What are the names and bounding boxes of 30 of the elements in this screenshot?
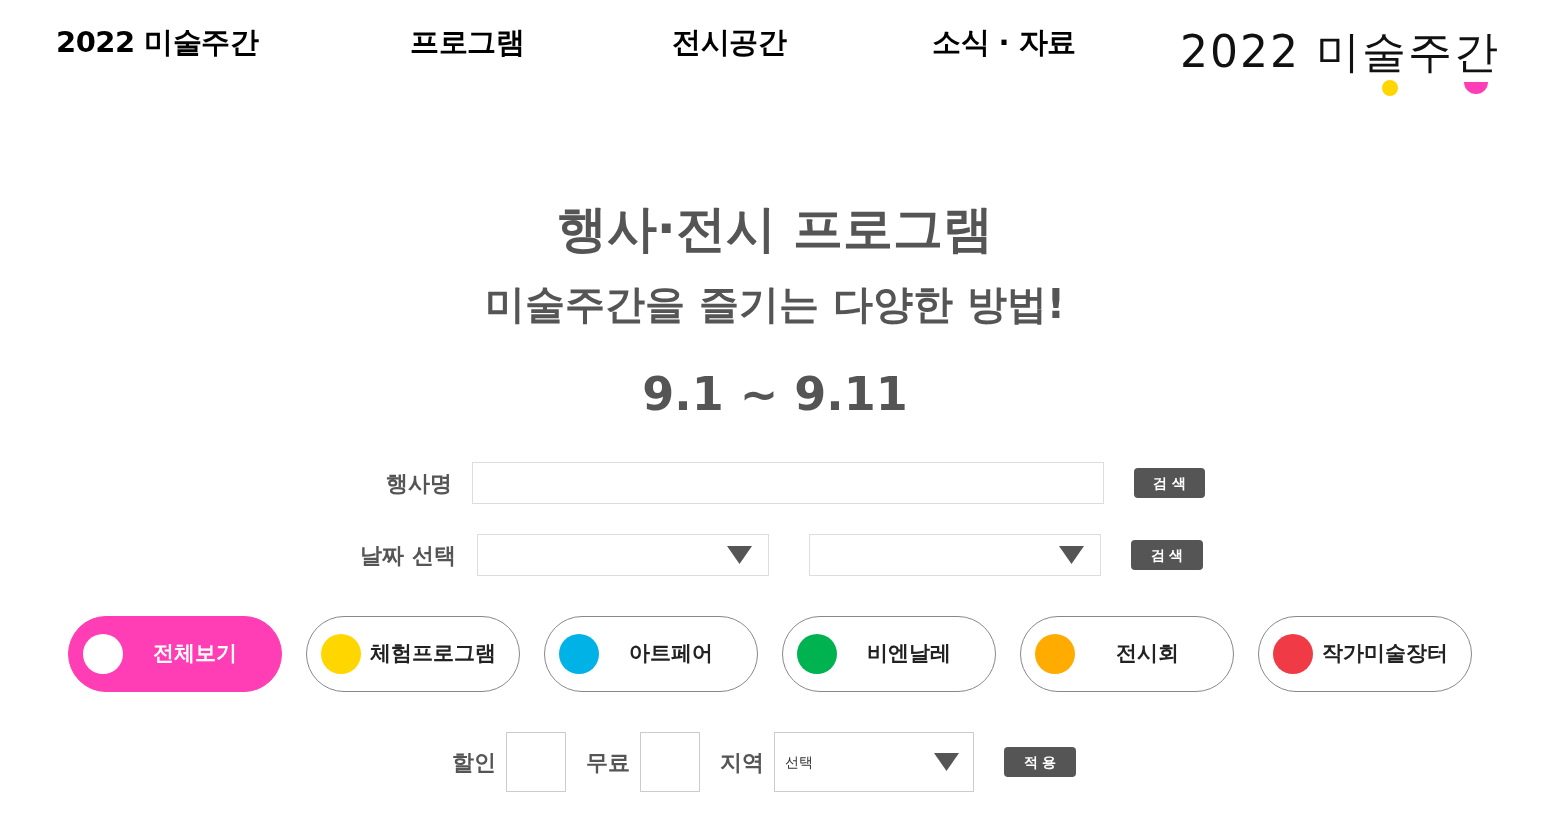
search-button[interactable]: 검 색 (1134, 468, 1205, 498)
page-subtitle: 미술주간을 즐기는 다양한 방법! (485, 280, 1065, 328)
category-pill[interactable]: 비엔날레 (782, 616, 996, 692)
event-dates: 9.1 ~ 9.11 (642, 368, 908, 420)
filter-label: 할인 (452, 748, 496, 777)
site-logo[interactable]: 2022 미술주간 (1180, 26, 1500, 78)
start-date-select[interactable] (477, 534, 769, 576)
nav-link[interactable]: 소식 · 자료 (932, 25, 1076, 60)
apply-button[interactable]: 적 용 (1004, 747, 1076, 777)
category-pill[interactable]: 작가미술장터 (1258, 616, 1472, 692)
page-title: 행사·전시 프로그램 (556, 199, 994, 260)
checkbox[interactable] (506, 732, 566, 792)
filter-label: 지역 (720, 748, 764, 777)
event-name-input[interactable] (472, 462, 1104, 504)
nav-link[interactable]: 2022 미술주간 (56, 25, 259, 60)
dropdown-triangle-icon (1059, 546, 1084, 564)
category-pill[interactable]: 체험프로그램 (306, 616, 520, 692)
field-label: 행사명 (385, 469, 452, 498)
region-select[interactable]: 선택 (774, 732, 974, 792)
filter-label: 무료 (586, 748, 630, 777)
dropdown-triangle-icon (934, 753, 959, 771)
nav-link[interactable]: 프로그램 (410, 25, 524, 60)
field-label: 날짜 선택 (359, 541, 456, 570)
nav-link[interactable]: 전시공간 (672, 25, 786, 60)
category-pill[interactable]: 전시회 (1020, 616, 1234, 692)
dropdown-triangle-icon (727, 546, 752, 564)
category-pill[interactable]: 아트페어 (544, 616, 758, 692)
end-date-select[interactable] (809, 534, 1101, 576)
checkbox[interactable] (640, 732, 700, 792)
search-button[interactable]: 검 색 (1131, 540, 1203, 570)
